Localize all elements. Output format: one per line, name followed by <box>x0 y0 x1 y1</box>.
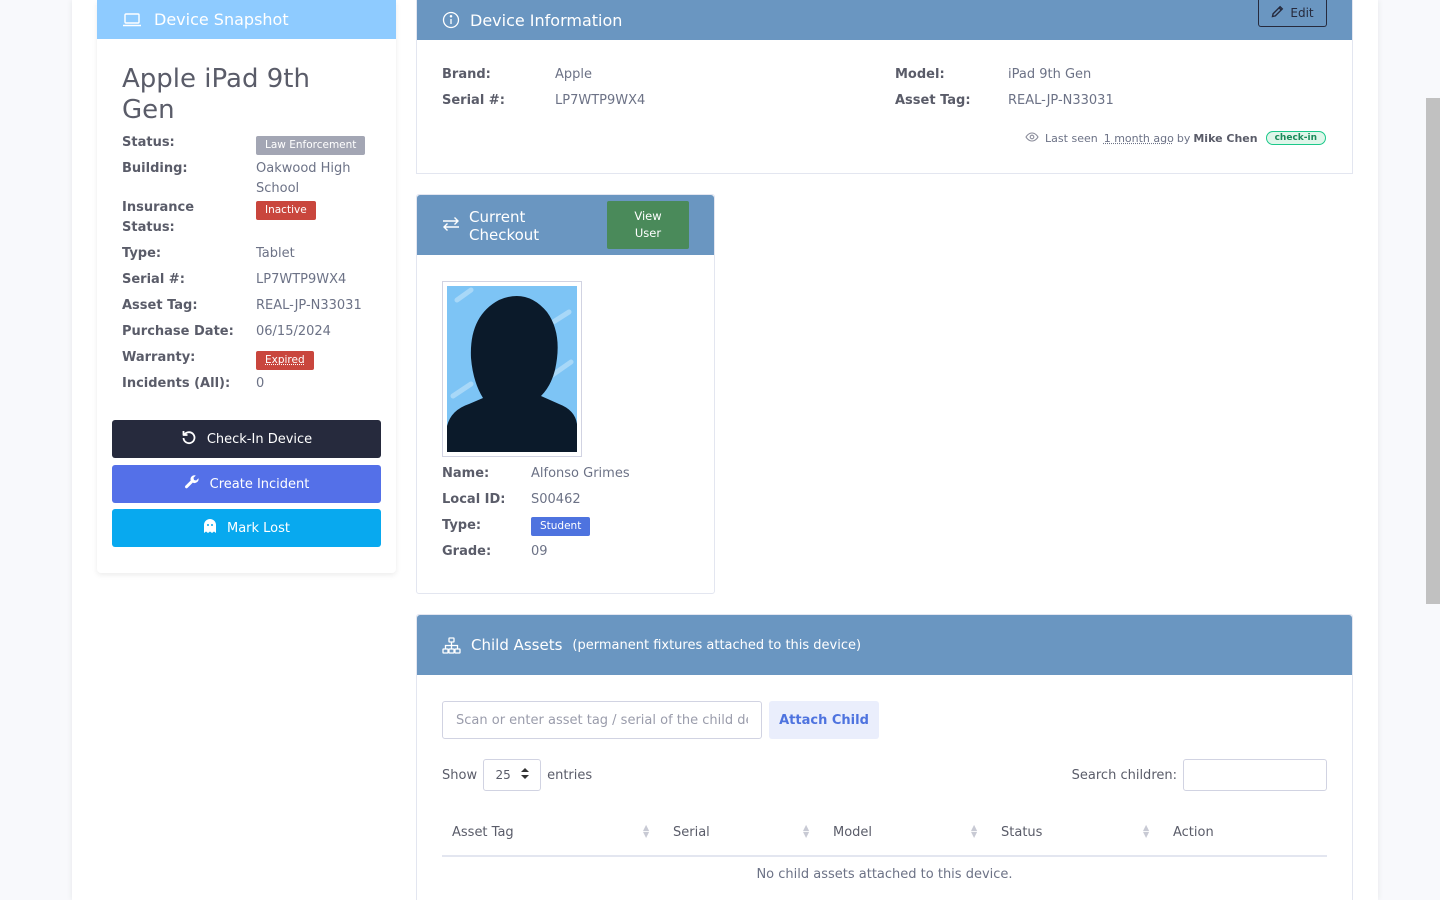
scan-child-input[interactable] <box>442 701 762 739</box>
undo-icon <box>181 429 197 449</box>
device-information-card: Device Information Edit Brand: Apple Ser… <box>416 0 1353 174</box>
search-children-label: Search children: <box>1072 768 1177 783</box>
sort-icon[interactable]: ▲ ▼ <box>643 824 649 838</box>
child-assets-card: Child Assets (permanent fixtures attache… <box>416 614 1353 900</box>
search-children-control: Search children: <box>1072 759 1327 791</box>
show-entries-control: Show 25 entries <box>442 759 592 791</box>
child-assets-header: Child Assets (permanent fixtures attache… <box>417 615 1352 675</box>
device-title: Apple iPad 9th Gen <box>122 64 362 126</box>
sitemap-icon <box>442 637 461 654</box>
column-header-action: Action <box>1173 825 1214 840</box>
checkout-name-value: Alfonso Grimes <box>531 465 630 483</box>
model-label: Model: <box>895 66 945 84</box>
status-badge: Law Enforcement <box>256 136 365 155</box>
insurance-label: Insurance Status: <box>122 198 212 238</box>
building-label: Building: <box>122 159 252 179</box>
show-label: Show <box>442 768 477 783</box>
column-header-model[interactable]: Model <box>833 825 872 840</box>
child-assets-subtitle: (permanent fixtures attached to this dev… <box>572 638 861 653</box>
asset-tag-value: REAL-JP-N33031 <box>256 296 376 316</box>
last-seen-user: Mike Chen <box>1193 132 1257 145</box>
purchase-date-label: Purchase Date: <box>122 322 252 342</box>
check-in-device-label: Check-In Device <box>207 432 312 447</box>
edit-label: Edit <box>1290 6 1313 20</box>
create-incident-label: Create Incident <box>210 477 310 492</box>
checkout-local-id-label: Local ID: <box>442 491 506 509</box>
sort-icon[interactable]: ▲ ▼ <box>803 824 809 838</box>
info-asset-tag-label: Asset Tag: <box>895 92 971 110</box>
child-assets-table-header: Asset Tag ▲ ▼ Serial ▲ ▼ Model ▲ ▼ Status ▲… <box>442 815 1327 857</box>
last-seen-action-badge: check-in <box>1266 131 1326 145</box>
ghost-icon <box>203 518 217 538</box>
sort-icon[interactable]: ▲ ▼ <box>971 824 977 838</box>
laptop-icon <box>122 12 142 28</box>
checkout-grade-label: Grade: <box>442 543 491 561</box>
current-checkout-card: Current Checkout View User Name: Alfonso… <box>416 194 715 594</box>
warranty-label: Warranty: <box>122 348 252 368</box>
wrench-icon <box>184 474 200 494</box>
last-seen-row: Last seen 1 month ago by Mike Chen check… <box>1025 131 1326 145</box>
device-snapshot-header: Device Snapshot <box>97 0 396 39</box>
exchange-icon <box>442 216 460 236</box>
pencil-icon <box>1271 5 1284 21</box>
info-serial-label: Serial #: <box>442 92 505 110</box>
edit-button[interactable]: Edit <box>1258 0 1327 27</box>
incidents-label: Incidents (All): <box>122 374 252 394</box>
check-in-device-button[interactable]: Check-In Device <box>112 420 381 458</box>
warranty-badge[interactable]: Expired <box>256 351 314 370</box>
view-user-label: View User <box>628 208 668 242</box>
type-value: Tablet <box>256 244 376 264</box>
entries-label: entries <box>547 768 592 783</box>
view-user-button[interactable]: View User <box>607 201 689 249</box>
last-seen-by: by <box>1177 132 1191 145</box>
status-label: Status: <box>122 133 252 153</box>
checkout-local-id-value: S00462 <box>531 491 581 509</box>
device-information-title: Device Information <box>470 11 622 30</box>
device-information-header: Device Information Edit <box>417 0 1352 40</box>
checkout-type-badge: Student <box>531 517 590 536</box>
eye-icon <box>1025 132 1039 145</box>
last-seen-prefix: Last seen <box>1045 132 1098 145</box>
table-empty-message: No child assets attached to this device. <box>442 867 1327 882</box>
device-snapshot-title: Device Snapshot <box>154 10 289 29</box>
mark-lost-label: Mark Lost <box>227 521 290 536</box>
create-incident-button[interactable]: Create Incident <box>112 465 381 503</box>
entries-select-value: 25 <box>495 768 510 782</box>
column-header-serial[interactable]: Serial <box>673 825 710 840</box>
sort-icon[interactable]: ▲ ▼ <box>1143 824 1149 838</box>
asset-tag-label: Asset Tag: <box>122 296 252 316</box>
serial-label: Serial #: <box>122 270 252 290</box>
user-photo-frame <box>442 281 582 457</box>
insurance-badge: Inactive <box>256 201 316 220</box>
checkout-name-label: Name: <box>442 465 489 483</box>
info-icon <box>442 11 460 29</box>
type-label: Type: <box>122 244 252 264</box>
device-snapshot-card: Device Snapshot Apple iPad 9th Gen Statu… <box>97 0 396 573</box>
attach-child-button[interactable]: Attach Child <box>769 701 879 739</box>
sort-arrows-icon <box>521 768 529 782</box>
column-header-status[interactable]: Status <box>1001 825 1042 840</box>
checkout-type-label: Type: <box>442 517 481 535</box>
building-value: Oakwood High School <box>256 159 376 199</box>
last-seen-time[interactable]: 1 month ago <box>1104 132 1174 145</box>
column-header-asset-tag[interactable]: Asset Tag <box>452 825 514 840</box>
current-checkout-title: Current Checkout <box>469 208 569 244</box>
brand-value: Apple <box>555 66 592 84</box>
purchase-date-value: 06/15/2024 <box>256 322 376 342</box>
mark-lost-button[interactable]: Mark Lost <box>112 509 381 547</box>
info-asset-tag-value: REAL-JP-N33031 <box>1008 92 1114 110</box>
model-value: iPad 9th Gen <box>1008 66 1091 84</box>
info-serial-value: LP7WTP9WX4 <box>555 92 645 110</box>
brand-label: Brand: <box>442 66 491 84</box>
user-photo-silhouette <box>447 286 577 452</box>
scrollbar[interactable] <box>1426 98 1440 604</box>
checkout-grade-value: 09 <box>531 543 548 561</box>
current-checkout-header: Current Checkout View User <box>417 195 714 255</box>
child-assets-title: Child Assets <box>471 636 562 654</box>
serial-value: LP7WTP9WX4 <box>256 270 376 290</box>
entries-select[interactable]: 25 <box>483 759 541 791</box>
search-children-input[interactable] <box>1183 759 1327 791</box>
incidents-value: 0 <box>256 374 376 394</box>
